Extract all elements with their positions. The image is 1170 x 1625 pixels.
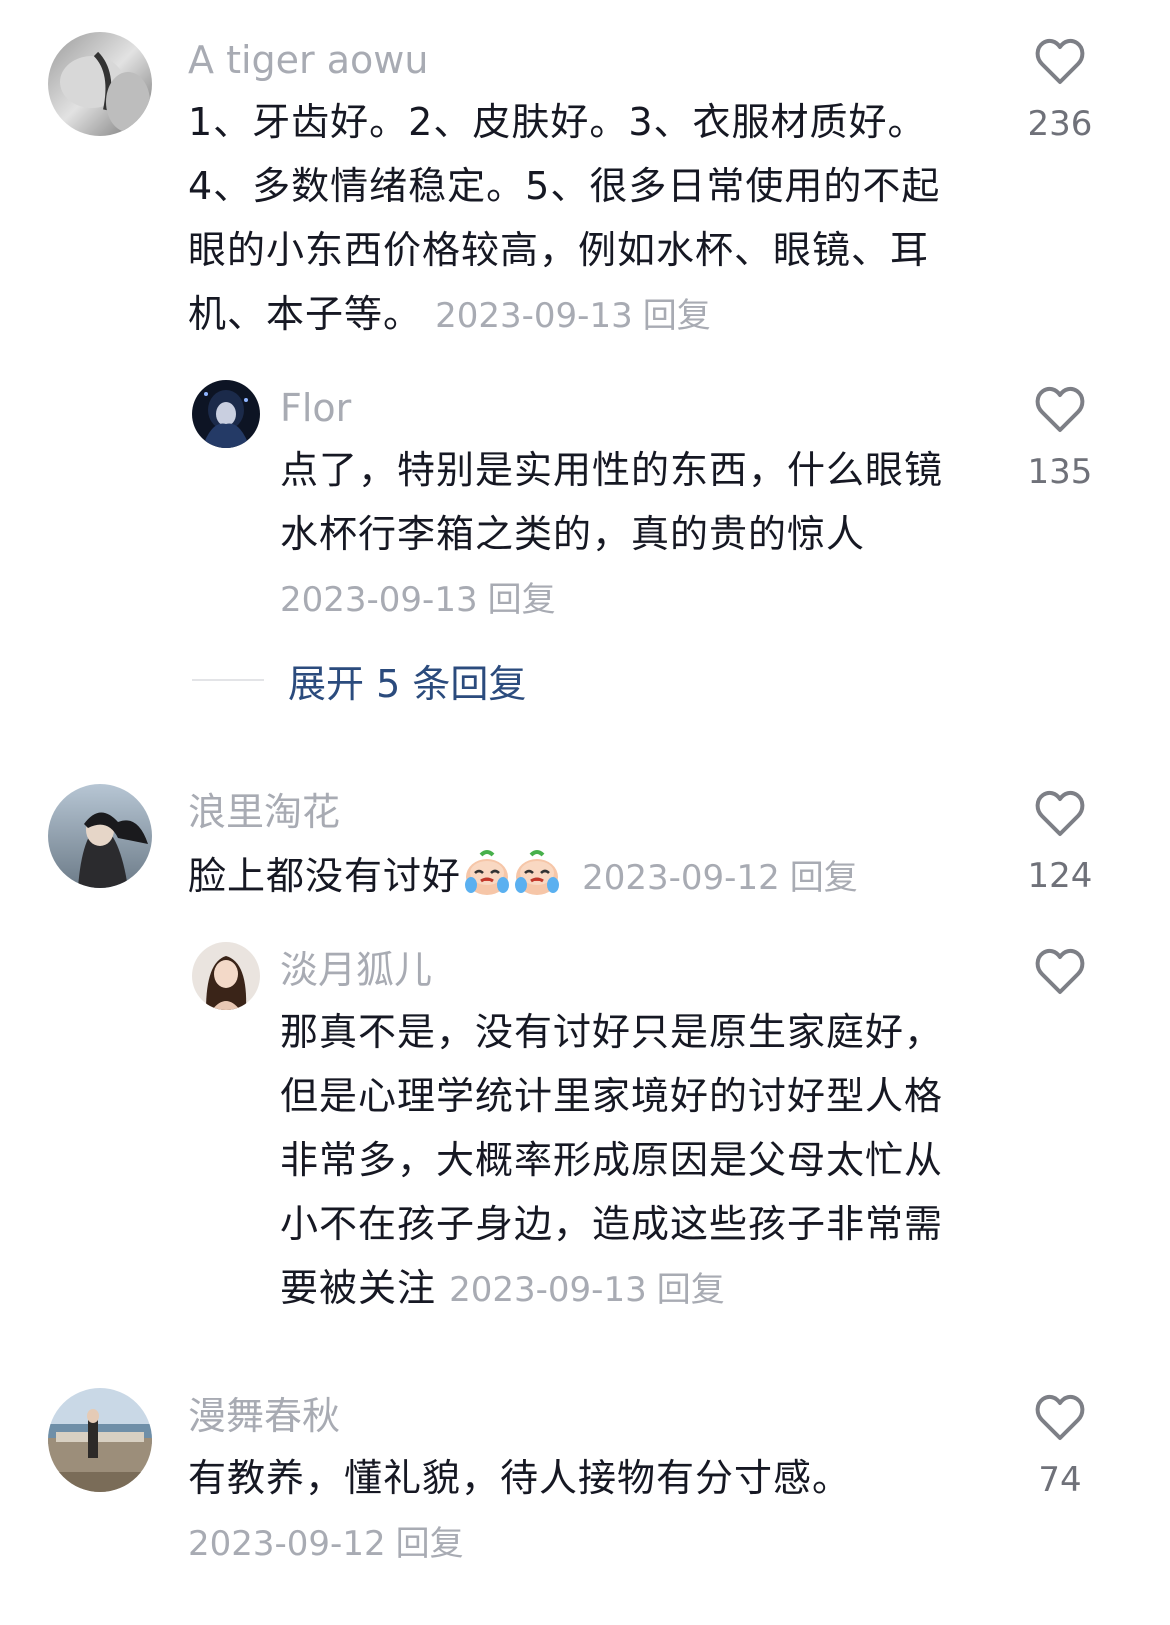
heart-outline-icon xyxy=(1035,790,1085,836)
reply-button[interactable]: 回复 xyxy=(643,296,711,336)
comment-body: 有教养，懂礼貌，待人接物有分寸感。 xyxy=(188,1456,852,1500)
username[interactable]: 浪里淘花 xyxy=(188,788,340,836)
comment-meta: 2023-09-12 回复 xyxy=(188,1520,464,1568)
reply-button[interactable]: 回复 xyxy=(790,858,858,898)
expand-replies[interactable]: 展开 5 条回复 xyxy=(192,656,526,706)
like-button[interactable]: 124 xyxy=(1010,790,1110,898)
avatar[interactable] xyxy=(48,32,152,136)
heart-outline-icon xyxy=(1035,38,1085,84)
heart-outline-icon xyxy=(1035,386,1085,432)
reply-button[interactable]: 回复 xyxy=(657,1270,725,1310)
divider xyxy=(192,679,264,681)
comment-meta: 2023-09-13 回复 xyxy=(280,576,556,624)
avatar[interactable] xyxy=(48,784,152,888)
like-count: 135 xyxy=(1027,452,1093,492)
expand-replies-label[interactable]: 展开 5 条回复 xyxy=(288,653,526,708)
comment-meta: 2023-09-13 回复 xyxy=(435,296,711,336)
comment-date: 2023-09-13 xyxy=(449,1270,647,1310)
like-button[interactable]: 135 xyxy=(1010,386,1110,494)
like-count: 74 xyxy=(1038,1460,1082,1500)
avatar[interactable] xyxy=(192,942,260,1010)
username[interactable]: 淡月狐儿 xyxy=(280,946,432,994)
like-button[interactable]: 236 xyxy=(1010,38,1110,146)
reply-button[interactable]: 回复 xyxy=(396,1524,464,1564)
heart-outline-icon xyxy=(1035,1394,1085,1440)
username[interactable]: A tiger aowu xyxy=(188,36,428,84)
comment-body: 那真不是，没有讨好只是原生家庭好，但是心理学统计里家境好的讨好型人格非常多，大概… xyxy=(280,1010,944,1310)
avatar[interactable] xyxy=(192,380,260,448)
comment-date: 2023-09-13 xyxy=(435,296,633,336)
comment-body: 点了，特别是实用性的东西，什么眼镜水杯行李箱之类的，真的贵的惊人 xyxy=(280,448,944,556)
comment-date: 2023-09-13 xyxy=(280,580,478,620)
reply-button[interactable]: 回复 xyxy=(488,580,556,620)
comment-meta: 2023-09-13 回复 xyxy=(449,1270,725,1310)
username[interactable]: 漫舞春秋 xyxy=(188,1392,340,1440)
comment-text: 1、牙齿好。2、皮肤好。3、衣服材质好。4、多数情绪稳定。5、很多日常使用的不起… xyxy=(188,90,978,348)
like-button[interactable]: 74 xyxy=(1010,1394,1110,1502)
avatar[interactable] xyxy=(48,1388,152,1492)
crying-face-emoji xyxy=(513,849,561,897)
comment-date: 2023-09-12 xyxy=(188,1524,386,1564)
heart-outline-icon xyxy=(1035,948,1085,994)
comment-meta: 2023-09-12 回复 xyxy=(582,858,858,898)
like-count: 236 xyxy=(1027,104,1093,144)
comment-text: 脸上都没有讨好 2023-09-12 回复 xyxy=(188,844,978,910)
comment-date: 2023-09-12 xyxy=(582,858,780,898)
like-count: 124 xyxy=(1027,856,1093,896)
crying-face-emoji xyxy=(463,849,511,897)
username[interactable]: Flor xyxy=(280,384,351,432)
comment-text: 那真不是，没有讨好只是原生家庭好，但是心理学统计里家境好的讨好型人格非常多，大概… xyxy=(280,1000,950,1322)
like-button[interactable] xyxy=(1010,948,1110,996)
comment-body: 脸上都没有讨好 xyxy=(188,854,462,898)
